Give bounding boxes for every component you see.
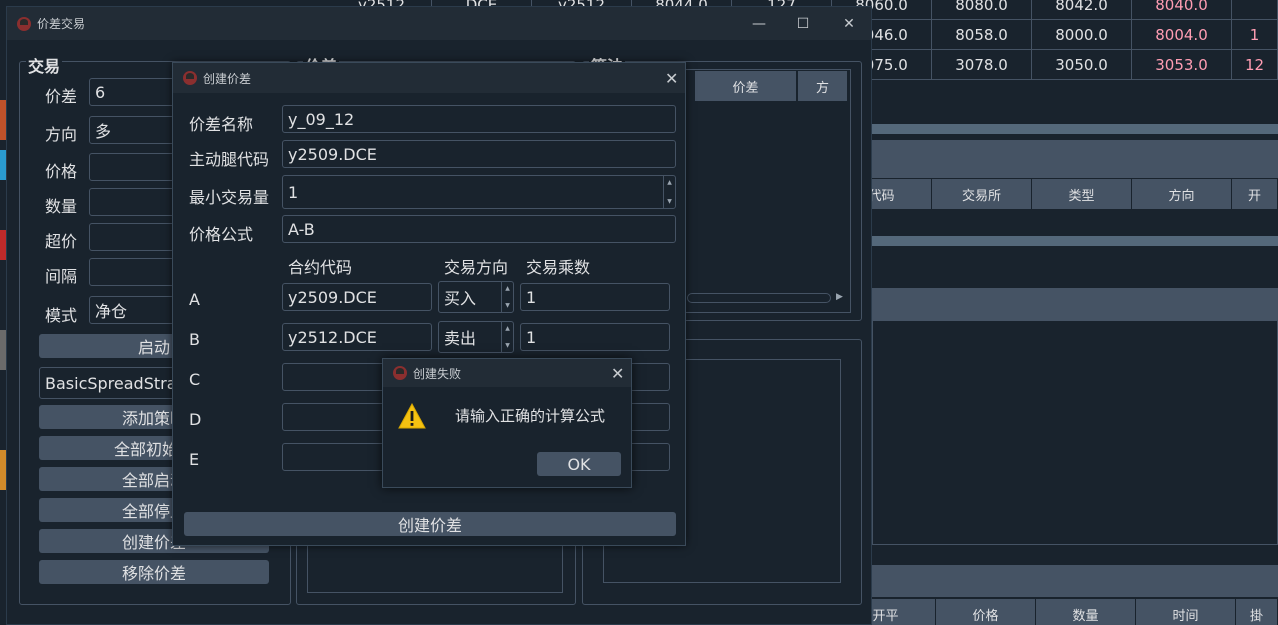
group-title: 交易 <box>26 53 63 77</box>
table-cell: 1 <box>1232 20 1278 50</box>
price-label: 价格 <box>45 162 78 181</box>
table-cell <box>1232 0 1278 20</box>
formula-label: 价格公式 <box>189 225 254 244</box>
dialog-titlebar[interactable]: 创建价差 <box>173 63 685 93</box>
log-panel <box>872 320 1278 545</box>
active-leg-input[interactable]: y2509.DCE <box>282 140 676 168</box>
column-header[interactable]: 数量 <box>1036 599 1136 625</box>
error-message: 请输入正确的计算公式 <box>455 407 606 425</box>
app-icon <box>393 366 407 380</box>
close-icon[interactable]: ✕ <box>829 13 869 35</box>
create-spread-submit-button[interactable]: 创建价差 <box>184 512 676 536</box>
volume-label: 数量 <box>45 197 78 216</box>
create-failed-dialog: 创建失败 ✕ 请输入正确的计算公式 OK <box>382 358 632 488</box>
leg-symbol-input[interactable]: y2512.DCE <box>282 323 432 351</box>
table-cell: 3050.0 <box>1032 50 1132 80</box>
min-volume-spinbox[interactable]: 1 <box>282 175 676 209</box>
column-header[interactable]: 方向 <box>1132 179 1232 209</box>
interval-label: 间隔 <box>45 267 78 286</box>
divider <box>872 236 1278 246</box>
spread-label: 价差 <box>45 87 78 106</box>
column-header[interactable]: 类型 <box>1032 179 1132 209</box>
app-icon <box>183 71 197 85</box>
dropdown-arrow-icon[interactable] <box>501 282 513 312</box>
column-header[interactable]: 开 <box>1232 179 1278 209</box>
table-cell: 3053.0 <box>1132 50 1232 80</box>
ok-button[interactable]: OK <box>537 452 621 476</box>
active-leg-label: 主动腿代码 <box>189 150 270 169</box>
mode-label: 模式 <box>45 306 78 325</box>
dropdown-arrow-icon[interactable] <box>501 322 513 352</box>
order-table-header: 代码 交易所 类型 方向 开 <box>832 179 1278 209</box>
column-header[interactable]: 方 <box>798 71 848 101</box>
column-header[interactable]: 价差 <box>695 71 797 101</box>
warning-icon <box>398 403 426 429</box>
close-icon[interactable]: ✕ <box>611 364 624 383</box>
scroll-right-icon[interactable]: ▶ <box>836 292 843 302</box>
column-header[interactable]: 时间 <box>1136 599 1236 625</box>
multiplier-column-label: 交易乘数 <box>526 258 591 277</box>
tab-bar <box>872 565 1278 597</box>
table-cell: 8042.0 <box>1032 0 1132 20</box>
leg-label: E <box>189 450 200 469</box>
leg-multiplier-input[interactable]: 1 <box>520 323 670 351</box>
table-cell: 8058.0 <box>932 20 1032 50</box>
app-icon <box>17 16 31 31</box>
leg-multiplier-input[interactable]: 1 <box>520 283 670 311</box>
window-title: 价差交易 <box>37 17 86 31</box>
leg-label: C <box>189 370 201 389</box>
minimize-icon[interactable]: — <box>739 13 779 35</box>
leg-direction-value: 卖出 <box>444 329 477 348</box>
horizontal-scrollbar[interactable] <box>687 293 831 303</box>
table-cell: 8000.0 <box>1032 20 1132 50</box>
payup-label: 超价 <box>45 232 78 251</box>
remove-spread-button[interactable]: 移除价差 <box>39 560 269 584</box>
symbol-column-label: 合约代码 <box>288 258 353 277</box>
table-cell: 12 <box>1232 50 1278 80</box>
leg-label: B <box>189 330 200 349</box>
table-cell: 8004.0 <box>1132 20 1232 50</box>
table-cell: 8040.0 <box>1132 0 1232 20</box>
table-cell: 8080.0 <box>932 0 1032 20</box>
maximize-icon[interactable]: ☐ <box>783 13 823 35</box>
tab-bar <box>872 288 1278 320</box>
tab-bar <box>872 140 1278 178</box>
spread-name-input[interactable]: y_09_12 <box>282 105 676 133</box>
dialog-title: 创建价差 <box>203 71 252 86</box>
min-volume-label: 最小交易量 <box>189 188 270 207</box>
direction-label: 方向 <box>45 125 78 144</box>
column-header[interactable]: 掛 <box>1236 599 1278 625</box>
spread-name-label: 价差名称 <box>189 115 254 134</box>
spin-arrows-icon[interactable] <box>663 176 675 208</box>
direction-column-label: 交易方向 <box>444 258 509 277</box>
trade-table-header: 开平 价格 数量 时间 掛 <box>836 599 1278 625</box>
leg-direction-value: 买入 <box>444 289 477 308</box>
leg-label: A <box>189 290 200 309</box>
leg-direction-select[interactable]: 买入 <box>438 281 514 313</box>
leg-label: D <box>189 410 202 429</box>
min-volume-value: 1 <box>288 182 299 202</box>
dialog-titlebar[interactable]: 创建失败 <box>383 359 631 387</box>
formula-input[interactable]: A-B <box>282 215 676 243</box>
dialog-title: 创建失败 <box>413 366 462 381</box>
divider <box>872 124 1278 134</box>
column-header[interactable]: 价格 <box>936 599 1036 625</box>
leg-direction-select[interactable]: 卖出 <box>438 321 514 353</box>
column-header[interactable]: 交易所 <box>932 179 1032 209</box>
leg-symbol-input[interactable]: y2509.DCE <box>282 283 432 311</box>
close-icon[interactable]: ✕ <box>665 69 678 88</box>
table-cell: 3078.0 <box>932 50 1032 80</box>
